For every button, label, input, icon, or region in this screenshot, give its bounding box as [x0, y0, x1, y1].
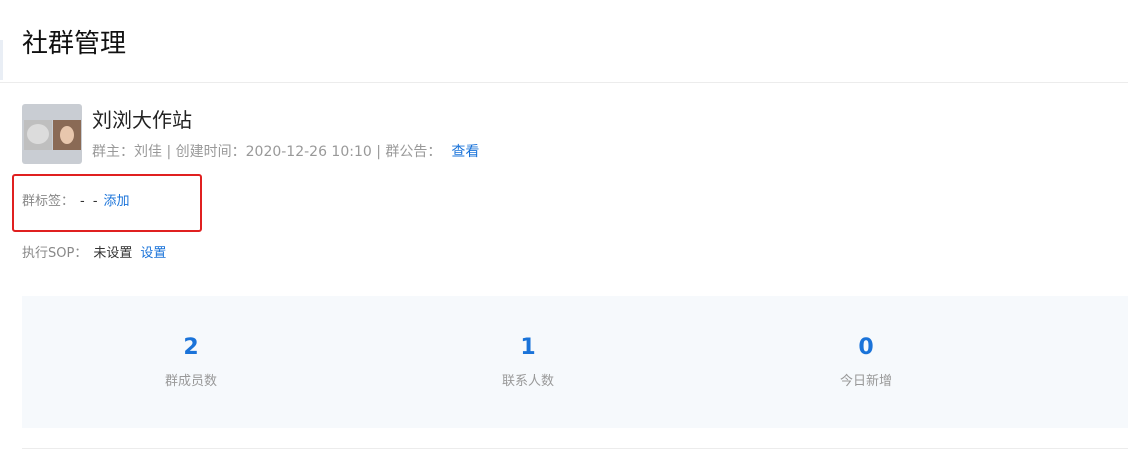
stat-member-count: 2 群成员数 [91, 334, 291, 389]
notice-label: 群公告： [385, 144, 442, 160]
tags-label: 群标签： [22, 194, 75, 209]
stats-panel: 2 群成员数 1 联系人数 0 今日新增 [22, 296, 1128, 428]
meta-separator: | [162, 144, 176, 160]
sop-value: 未设置 [93, 246, 133, 261]
meta-separator: | [371, 144, 386, 160]
sop-row: 执行SOP： 未设置 设置 [22, 243, 166, 263]
set-sop-link[interactable]: 设置 [140, 246, 166, 261]
left-edge-strip [0, 40, 3, 80]
page-title: 社群管理 [22, 29, 127, 59]
stat-new-today: 0 今日新增 [766, 334, 966, 389]
add-tag-link[interactable]: 添加 [104, 194, 130, 209]
group-avatar [22, 104, 82, 164]
tags-value: - - [80, 194, 100, 209]
owner-label: 群主： [92, 144, 134, 160]
created-label: 创建时间： [175, 144, 246, 160]
page: 社群管理 刘浏大作站 群主：刘佳 | 创建时间：2020-12-26 10:10… [0, 0, 1128, 454]
group-tags-row: 群标签： - - 添加 [22, 191, 130, 211]
created-at: 2020-12-26 10:10 [245, 144, 372, 160]
stat-label: 群成员数 [164, 374, 217, 389]
stat-label: 今日新增 [839, 374, 892, 389]
stat-label: 联系人数 [501, 374, 554, 389]
group-meta: 群主：刘佳 | 创建时间：2020-12-26 10:10 | 群公告： 查看 [92, 142, 479, 162]
stat-contact-count: 1 联系人数 [428, 334, 628, 389]
stat-value: 0 [858, 335, 874, 360]
avatar-member-photo [24, 120, 52, 150]
stat-value: 2 [183, 335, 199, 360]
bottom-divider [22, 448, 1128, 449]
group-name: 刘浏大作站 [92, 108, 192, 132]
owner-name: 刘佳 [134, 144, 162, 160]
view-notice-link[interactable]: 查看 [451, 144, 479, 160]
sop-label: 执行SOP： [22, 246, 88, 261]
stat-value: 1 [520, 335, 536, 360]
title-divider [0, 82, 1128, 83]
avatar-member-photo [53, 120, 81, 150]
